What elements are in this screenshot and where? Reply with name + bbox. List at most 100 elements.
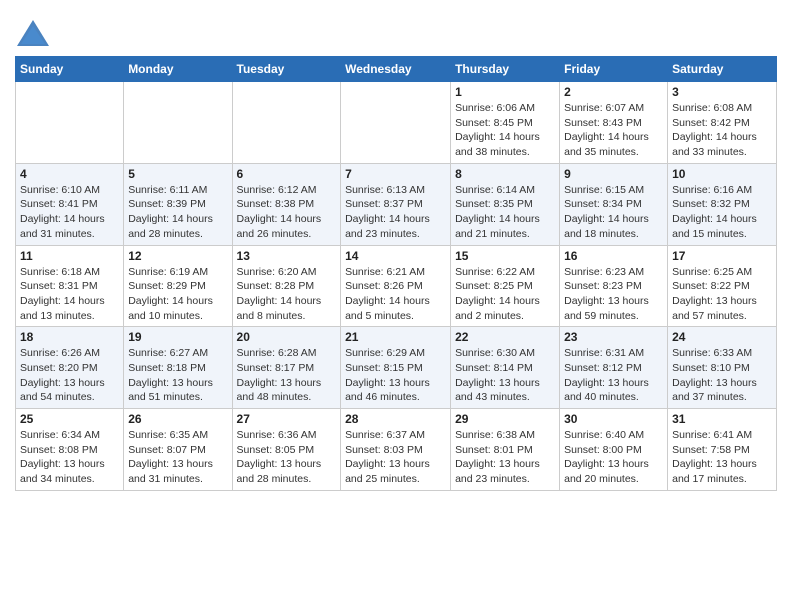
calendar-cell: 9 Sunrise: 6:15 AM Sunset: 8:34 PM Daylig… [560,163,668,245]
day-detail: Sunrise: 6:07 AM Sunset: 8:43 PM Dayligh… [564,101,663,160]
day-detail: Sunrise: 6:37 AM Sunset: 8:03 PM Dayligh… [345,428,446,487]
column-header-sunday: Sunday [16,57,124,82]
day-detail: Sunrise: 6:14 AM Sunset: 8:35 PM Dayligh… [455,183,555,242]
calendar-cell: 28Sunrise: 6:37 AM Sunset: 8:03 PM Dayli… [341,409,451,491]
day-number: 12 [128,249,227,263]
page-header [15,10,777,48]
calendar-cell: 10 Sunrise: 6:16 AM Sunset: 8:32 PM Dayli… [668,163,777,245]
calendar-cell [341,82,451,164]
day-number: 7 [345,167,446,181]
day-detail: Sunrise: 6:06 AM Sunset: 8:45 PM Dayligh… [455,101,555,160]
calendar-cell: 23 Sunrise: 6:31 AM Sunset: 8:12 PM Dayli… [560,327,668,409]
day-number: 24 [672,330,772,344]
day-number: 16 [564,249,663,263]
day-detail: Sunrise: 6:31 AM Sunset: 8:12 PM Dayligh… [564,346,663,405]
column-header-tuesday: Tuesday [232,57,341,82]
day-number: 27 [237,412,337,426]
calendar-cell: 24 Sunrise: 6:33 AM Sunset: 8:10 PM Dayli… [668,327,777,409]
day-number: 10 [672,167,772,181]
day-number: 17 [672,249,772,263]
day-detail: Sunrise: 6:36 AM Sunset: 8:05 PM Dayligh… [237,428,337,487]
calendar-cell: 21 Sunrise: 6:29 AM Sunset: 8:15 PM Dayli… [341,327,451,409]
day-detail: Sunrise: 6:34 AM Sunset: 8:08 PM Dayligh… [20,428,119,487]
day-detail: Sunrise: 6:16 AM Sunset: 8:32 PM Dayligh… [672,183,772,242]
calendar-cell: 20 Sunrise: 6:28 AM Sunset: 8:17 PM Dayli… [232,327,341,409]
day-number: 19 [128,330,227,344]
day-number: 1 [455,85,555,99]
day-detail: Sunrise: 6:33 AM Sunset: 8:10 PM Dayligh… [672,346,772,405]
day-detail: Sunrise: 6:21 AM Sunset: 8:26 PM Dayligh… [345,265,446,324]
day-detail: Sunrise: 6:35 AM Sunset: 8:07 PM Dayligh… [128,428,227,487]
calendar-week-row: 1 Sunrise: 6:06 AM Sunset: 8:45 PM Daylig… [16,82,777,164]
calendar-week-row: 4Sunrise: 6:10 AM Sunset: 8:41 PM Daylig… [16,163,777,245]
calendar-cell: 26 Sunrise: 6:35 AM Sunset: 8:07 PM Dayli… [124,409,232,491]
day-detail: Sunrise: 6:11 AM Sunset: 8:39 PM Dayligh… [128,183,227,242]
day-detail: Sunrise: 6:19 AM Sunset: 8:29 PM Dayligh… [128,265,227,324]
calendar-cell: 30 Sunrise: 6:40 AM Sunset: 8:00 PM Dayli… [560,409,668,491]
calendar-cell [232,82,341,164]
day-number: 9 [564,167,663,181]
column-header-friday: Friday [560,57,668,82]
day-detail: Sunrise: 6:10 AM Sunset: 8:41 PM Dayligh… [20,183,119,242]
day-number: 13 [237,249,337,263]
day-detail: Sunrise: 6:15 AM Sunset: 8:34 PM Dayligh… [564,183,663,242]
calendar-cell: 6 Sunrise: 6:12 AM Sunset: 8:38 PM Daylig… [232,163,341,245]
day-number: 5 [128,167,227,181]
day-detail: Sunrise: 6:40 AM Sunset: 8:00 PM Dayligh… [564,428,663,487]
day-number: 21 [345,330,446,344]
column-header-wednesday: Wednesday [341,57,451,82]
day-number: 2 [564,85,663,99]
calendar-cell: 16 Sunrise: 6:23 AM Sunset: 8:23 PM Dayli… [560,245,668,327]
day-number: 22 [455,330,555,344]
calendar-cell: 7 Sunrise: 6:13 AM Sunset: 8:37 PM Daylig… [341,163,451,245]
day-detail: Sunrise: 6:38 AM Sunset: 8:01 PM Dayligh… [455,428,555,487]
calendar-cell: 12 Sunrise: 6:19 AM Sunset: 8:29 PM Dayli… [124,245,232,327]
calendar-cell: 22 Sunrise: 6:30 AM Sunset: 8:14 PM Dayli… [451,327,560,409]
logo [15,18,55,48]
day-number: 11 [20,249,119,263]
calendar-cell: 19 Sunrise: 6:27 AM Sunset: 8:18 PM Dayli… [124,327,232,409]
day-number: 3 [672,85,772,99]
day-detail: Sunrise: 6:08 AM Sunset: 8:42 PM Dayligh… [672,101,772,160]
day-detail: Sunrise: 6:23 AM Sunset: 8:23 PM Dayligh… [564,265,663,324]
column-header-saturday: Saturday [668,57,777,82]
day-detail: Sunrise: 6:20 AM Sunset: 8:28 PM Dayligh… [237,265,337,324]
calendar-cell: 3 Sunrise: 6:08 AM Sunset: 8:42 PM Daylig… [668,82,777,164]
day-number: 31 [672,412,772,426]
day-detail: Sunrise: 6:13 AM Sunset: 8:37 PM Dayligh… [345,183,446,242]
calendar-table: SundayMondayTuesdayWednesdayThursdayFrid… [15,56,777,491]
calendar-week-row: 25Sunrise: 6:34 AM Sunset: 8:08 PM Dayli… [16,409,777,491]
calendar-cell: 18 Sunrise: 6:26 AM Sunset: 8:20 PM Dayli… [16,327,124,409]
day-number: 23 [564,330,663,344]
calendar-cell: 5 Sunrise: 6:11 AM Sunset: 8:39 PM Daylig… [124,163,232,245]
day-detail: Sunrise: 6:28 AM Sunset: 8:17 PM Dayligh… [237,346,337,405]
day-number: 30 [564,412,663,426]
day-detail: Sunrise: 6:27 AM Sunset: 8:18 PM Dayligh… [128,346,227,405]
day-detail: Sunrise: 6:30 AM Sunset: 8:14 PM Dayligh… [455,346,555,405]
column-header-thursday: Thursday [451,57,560,82]
calendar-cell: 17 Sunrise: 6:25 AM Sunset: 8:22 PM Dayli… [668,245,777,327]
calendar-cell: 4Sunrise: 6:10 AM Sunset: 8:41 PM Daylig… [16,163,124,245]
day-detail: Sunrise: 6:26 AM Sunset: 8:20 PM Dayligh… [20,346,119,405]
day-detail: Sunrise: 6:29 AM Sunset: 8:15 PM Dayligh… [345,346,446,405]
day-detail: Sunrise: 6:12 AM Sunset: 8:38 PM Dayligh… [237,183,337,242]
day-detail: Sunrise: 6:25 AM Sunset: 8:22 PM Dayligh… [672,265,772,324]
day-number: 20 [237,330,337,344]
calendar-cell: 14 Sunrise: 6:21 AM Sunset: 8:26 PM Dayli… [341,245,451,327]
calendar-cell: 15Sunrise: 6:22 AM Sunset: 8:25 PM Dayli… [451,245,560,327]
calendar-cell [16,82,124,164]
calendar-cell: 25Sunrise: 6:34 AM Sunset: 8:08 PM Dayli… [16,409,124,491]
day-detail: Sunrise: 6:41 AM Sunset: 7:58 PM Dayligh… [672,428,772,487]
day-detail: Sunrise: 6:22 AM Sunset: 8:25 PM Dayligh… [455,265,555,324]
calendar-cell: 31 Sunrise: 6:41 AM Sunset: 7:58 PM Dayli… [668,409,777,491]
day-detail: Sunrise: 6:18 AM Sunset: 8:31 PM Dayligh… [20,265,119,324]
calendar-cell: 27 Sunrise: 6:36 AM Sunset: 8:05 PM Dayli… [232,409,341,491]
calendar-header-row: SundayMondayTuesdayWednesdayThursdayFrid… [16,57,777,82]
day-number: 29 [455,412,555,426]
day-number: 8 [455,167,555,181]
day-number: 26 [128,412,227,426]
day-number: 18 [20,330,119,344]
day-number: 6 [237,167,337,181]
calendar-week-row: 18 Sunrise: 6:26 AM Sunset: 8:20 PM Dayli… [16,327,777,409]
day-number: 14 [345,249,446,263]
